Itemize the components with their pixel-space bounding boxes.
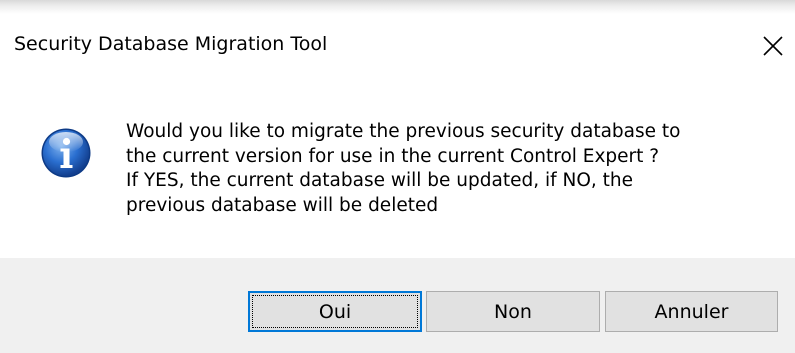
close-icon [763, 36, 783, 56]
info-icon [40, 127, 92, 179]
cancel-button-label: Annuler [654, 300, 729, 323]
message-line: If YES, the current database will be upd… [126, 170, 634, 191]
message-dialog: Security Database Migration Tool Would y… [0, 0, 795, 353]
message-line: previous database will be deleted [126, 194, 439, 216]
message-line: Would you like to migrate the previous s… [126, 121, 681, 142]
close-button[interactable] [753, 26, 793, 66]
window-top-edge [0, 0, 795, 14]
no-button[interactable]: Non [426, 291, 600, 332]
yes-button-label: Oui [318, 300, 352, 323]
cancel-button[interactable]: Annuler [605, 291, 778, 332]
dialog-message: Would you like to migrate the previous s… [126, 120, 786, 218]
message-line: the current version for use in the curre… [126, 145, 660, 167]
yes-button[interactable]: Oui [248, 291, 422, 332]
no-button-label: Non [494, 300, 532, 323]
dialog-title: Security Database Migration Tool [14, 33, 328, 55]
